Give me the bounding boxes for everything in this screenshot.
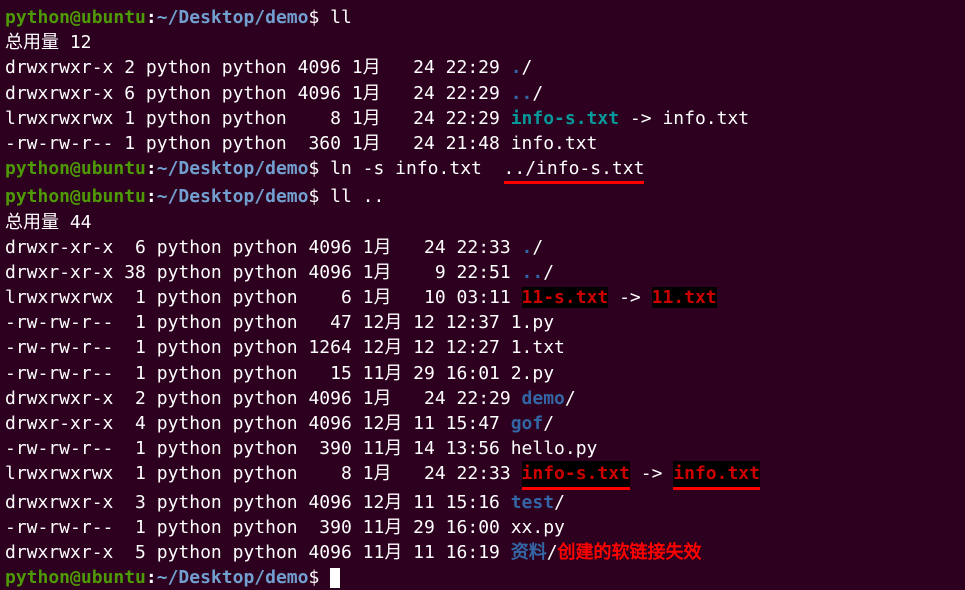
list1-row-2: lrwxrwxrwx 1 python python 8 1月 24 22:29… (5, 106, 960, 131)
list2-row-9: lrwxrwxrwx 1 python python 8 1月 24 22:33… (5, 461, 960, 489)
prompt-line-2[interactable]: python@ubuntu:~/Desktop/demo$ ln -s info… (5, 156, 960, 184)
prompt-line-4[interactable]: python@ubuntu:~/Desktop/demo$ (5, 565, 960, 590)
list2-row-7: drwxr-xr-x 4 python python 4096 12月 11 1… (5, 411, 960, 436)
list2-row-5: -rw-rw-r-- 1 python python 15 11月 29 16:… (5, 361, 960, 386)
list2-row-10: drwxrwxr-x 3 python python 4096 12月 11 1… (5, 490, 960, 515)
list2-row-4: -rw-rw-r-- 1 python python 1264 12月 12 1… (5, 335, 960, 360)
list2-row-3: -rw-rw-r-- 1 python python 47 12月 12 12:… (5, 310, 960, 335)
perm: drwxrwxr-x (5, 57, 113, 78)
list2-row-11: -rw-rw-r-- 1 python python 390 11月 29 16… (5, 515, 960, 540)
dir-demo: demo (522, 388, 565, 409)
file-info-txt: info.txt (511, 133, 598, 154)
dir-test: test (511, 492, 554, 513)
dollar: $ (308, 7, 319, 28)
total-1: 总用量 12 (5, 30, 960, 55)
dir-dotdot: .. (511, 83, 533, 104)
path: ~/Desktop/demo (157, 7, 309, 28)
broken-link-info-s: info-s.txt (522, 461, 630, 489)
list1-row-0: drwxrwxr-x 2 python python 4096 1月 24 22… (5, 55, 960, 80)
cursor-icon[interactable] (330, 568, 340, 588)
prompt-line-3[interactable]: python@ubuntu:~/Desktop/demo$ ll .. (5, 184, 960, 209)
command-ll-parent: ll .. (319, 186, 384, 207)
symlink-info-s: info-s.txt (511, 108, 619, 129)
broken-target-11: 11.txt (652, 287, 717, 308)
at: @ (70, 7, 81, 28)
dir-ziliao: 资料 (511, 542, 547, 563)
user: python (5, 7, 70, 28)
symlink-target: info.txt (662, 108, 749, 129)
dir-dot: . (511, 57, 522, 78)
prompt-line-1[interactable]: python@ubuntu:~/Desktop/demo$ ll (5, 5, 960, 30)
host: ubuntu (81, 7, 146, 28)
list1-row-3: -rw-rw-r-- 1 python python 360 1月 24 21:… (5, 131, 960, 156)
total-2: 总用量 44 (5, 210, 960, 235)
broken-link-11s: 11-s.txt (522, 287, 609, 308)
list2-row-0: drwxr-xr-x 6 python python 4096 1月 24 22… (5, 235, 960, 260)
list2-row-2: lrwxrwxrwx 1 python python 6 1月 10 03:11… (5, 285, 960, 310)
list1-row-1: drwxrwxr-x 6 python python 4096 1月 24 22… (5, 81, 960, 106)
list2-row-8: -rw-rw-r-- 1 python python 390 11月 14 13… (5, 436, 960, 461)
broken-target-info: info.txt (673, 461, 760, 489)
colon: : (146, 7, 157, 28)
list2-row-6: drwxrwxr-x 2 python python 4096 1月 24 22… (5, 386, 960, 411)
annotation-text: 创建的软链接失效 (558, 542, 702, 563)
command-ln-arg: ../info-s.txt (504, 156, 645, 184)
command-ll: ll (319, 7, 352, 28)
command-ln: ln -s info.txt (319, 158, 503, 179)
list2-row-12: drwxrwxr-x 5 python python 4096 11月 11 1… (5, 540, 960, 565)
dir-gof: gof (511, 413, 544, 434)
list2-row-1: drwxr-xr-x 38 python python 4096 1月 9 22… (5, 260, 960, 285)
